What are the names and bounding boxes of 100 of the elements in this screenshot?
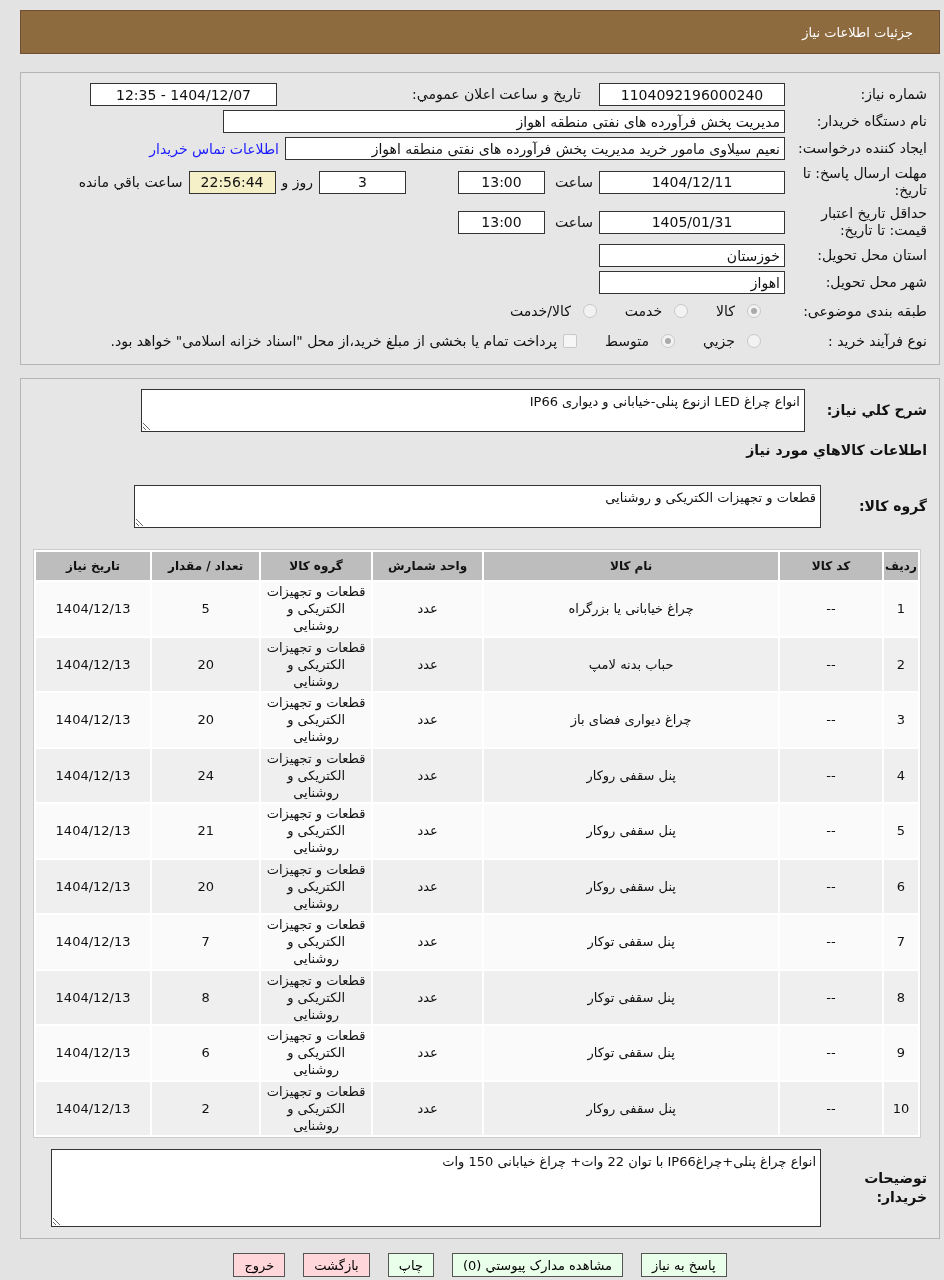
field-label: حداقل تاریخ اعتبار قیمت: تا تاریخ: bbox=[819, 205, 927, 239]
radio-label: کالا/خدمت bbox=[509, 303, 571, 319]
table-cell: عدد bbox=[372, 1026, 483, 1080]
requester-field: نعیم سیلاوی مامور خرید مدیریت پخش فرآورده های نفتی منطقه اهواز bbox=[285, 137, 785, 160]
table-cell: پنل سقفی روکار bbox=[484, 859, 778, 913]
table-cell: عدد bbox=[372, 804, 483, 858]
buyer-notes-field[interactable]: انواع چراغ پنلی+چراغIP66 با توان 22 وات+ چراغ خیابانی 150 وات bbox=[51, 1149, 821, 1227]
city-field: اهواز bbox=[599, 271, 785, 294]
table-cell: چراغ دیواری فضای باز bbox=[484, 693, 778, 747]
radio-label: کالا bbox=[716, 303, 735, 319]
table-cell: 1404/12/13 bbox=[36, 1026, 151, 1080]
table-cell: عدد bbox=[372, 582, 483, 636]
table-cell: 8 bbox=[152, 970, 260, 1024]
action-button[interactable]: مشاهده مدارک پیوستي (0) bbox=[452, 1253, 624, 1277]
table-cell: عدد bbox=[372, 970, 483, 1024]
field-label: مهلت ارسال پاسخ: تا تاریخ: bbox=[801, 165, 927, 199]
action-button[interactable]: چاپ bbox=[387, 1253, 434, 1277]
remaining-label: ساعت باقي مانده bbox=[78, 174, 183, 190]
time-label: ساعت bbox=[553, 174, 593, 190]
field-label: طبقه بندی موضوعی: bbox=[802, 302, 927, 320]
table-cell: 1404/12/13 bbox=[36, 1081, 151, 1135]
table-cell: قطعات و تجهیزات الکتریکی و روشنایی bbox=[261, 748, 371, 802]
table-cell: عدد bbox=[372, 1081, 483, 1135]
section-title: اطلاعات کالاهاي مورد نیاز bbox=[744, 440, 927, 460]
table-cell: پنل سقفی روکار bbox=[484, 804, 778, 858]
column-header: نام کالا bbox=[484, 552, 778, 580]
table-cell: 1 bbox=[884, 582, 918, 636]
field-label: گروه کالا: bbox=[857, 496, 927, 516]
radio-label: متوسط bbox=[605, 333, 650, 349]
table-cell: 6 bbox=[152, 1026, 260, 1080]
table-cell: قطعات و تجهیزات الکتریکی و روشنایی bbox=[261, 1081, 371, 1135]
days-field: 3 bbox=[319, 170, 406, 194]
table-cell: عدد bbox=[372, 637, 483, 691]
action-button[interactable]: بازگشت bbox=[303, 1253, 370, 1277]
action-button[interactable]: پاسخ به نیاز bbox=[641, 1253, 727, 1277]
table-cell: 1404/12/13 bbox=[36, 637, 151, 691]
field-label: نام دستگاه خریدار: bbox=[815, 113, 927, 130]
checkbox[interactable] bbox=[563, 334, 578, 348]
table-cell: پنل سقفی روکار bbox=[484, 1081, 778, 1135]
table-cell: 1404/12/13 bbox=[36, 582, 151, 636]
checkbox-label: پرداخت تمام یا بخشی از مبلغ خرید،از محل "اسناد خزانه اسلامی" خواهد بود. bbox=[110, 333, 558, 349]
radio-button[interactable] bbox=[674, 304, 689, 318]
radio-button[interactable] bbox=[661, 334, 676, 348]
table-cell: 20 bbox=[152, 859, 260, 913]
table-cell: قطعات و تجهیزات الکتریکی و روشنایی bbox=[261, 693, 371, 747]
buyer-contact-link[interactable]: اطلاعات تماس خریدار bbox=[149, 140, 279, 157]
table-cell: -- bbox=[780, 693, 882, 747]
table-cell: -- bbox=[780, 804, 882, 858]
table-cell: چراغ خیابانی یا بزرگراه bbox=[484, 582, 778, 636]
table-cell: حباب بدنه لامپ bbox=[484, 637, 778, 691]
table-cell: قطعات و تجهیزات الکتریکی و روشنایی bbox=[261, 637, 371, 691]
validity-date-field: 1405/01/31 bbox=[599, 210, 785, 234]
days-label: روز و bbox=[281, 174, 313, 190]
action-button[interactable]: خروج bbox=[233, 1253, 286, 1277]
table-cell: پنل سقفی روکار bbox=[484, 748, 778, 802]
need-number-field: 1104092196000240 bbox=[599, 83, 785, 106]
table-cell: قطعات و تجهیزات الکتریکی و روشنایی bbox=[261, 859, 371, 913]
field-label: نوع فرآیند خرید : bbox=[827, 332, 927, 350]
column-header: واحد شمارش bbox=[372, 552, 483, 580]
goods-group-field[interactable]: قطعات و تجهیزات الکتریکی و روشنایی bbox=[134, 484, 821, 528]
radio-label: جزيي bbox=[703, 333, 735, 349]
table-cell: 5 bbox=[884, 804, 918, 858]
radio-button[interactable] bbox=[747, 334, 761, 348]
table-cell: 24 bbox=[152, 748, 260, 802]
table-cell: عدد bbox=[372, 748, 483, 802]
table-cell: قطعات و تجهیزات الکتریکی و روشنایی bbox=[261, 970, 371, 1024]
table-cell: 2 bbox=[152, 1081, 260, 1135]
page-title: جزئیات اطلاعات نیاز bbox=[802, 24, 913, 40]
radio-button[interactable] bbox=[582, 304, 597, 318]
table-cell: -- bbox=[780, 1081, 882, 1135]
table-cell: 1404/12/13 bbox=[36, 970, 151, 1024]
table-cell: عدد bbox=[372, 693, 483, 747]
table-cell: 10 bbox=[884, 1081, 918, 1135]
time-label: ساعت bbox=[553, 214, 593, 230]
table-cell: -- bbox=[780, 970, 882, 1024]
column-header: ردیف bbox=[884, 552, 918, 580]
field-label: شماره نیاز: bbox=[859, 86, 927, 103]
column-header: گروه کالا bbox=[261, 552, 371, 580]
field-label: توضیحات خریدار: bbox=[863, 1169, 927, 1207]
table-cell: 20 bbox=[152, 637, 260, 691]
table-cell: قطعات و تجهیزات الکتریکی و روشنایی bbox=[261, 804, 371, 858]
description-field[interactable]: انواع چراغ LED ازنوع پنلی-خیابانی و دیواری IP66 bbox=[141, 388, 805, 432]
deadline-date-field: 1404/12/11 bbox=[599, 170, 785, 194]
table-cell: -- bbox=[780, 1026, 882, 1080]
table-cell: 20 bbox=[152, 693, 260, 747]
column-header: تاریخ نیاز bbox=[36, 552, 151, 580]
table-cell: 6 bbox=[884, 859, 918, 913]
table-cell: 1404/12/13 bbox=[36, 804, 151, 858]
buyer-org-field: مدیریت پخش فرآورده های نفتی منطقه اهواز bbox=[223, 110, 785, 133]
table-cell: پنل سقفی توکار bbox=[484, 915, 778, 969]
table-cell: قطعات و تجهیزات الکتریکی و روشنایی bbox=[261, 582, 371, 636]
column-header: تعداد / مقدار bbox=[152, 552, 260, 580]
table-cell: 1404/12/13 bbox=[36, 748, 151, 802]
radio-label: خدمت bbox=[624, 303, 663, 319]
field-label: ایجاد کننده درخواست: bbox=[797, 140, 927, 157]
field-label: شهر محل تحویل: bbox=[824, 274, 927, 291]
table-cell: -- bbox=[780, 582, 882, 636]
table-cell: 7 bbox=[152, 915, 260, 969]
radio-button[interactable] bbox=[747, 304, 761, 318]
province-field: خوزستان bbox=[599, 244, 785, 267]
